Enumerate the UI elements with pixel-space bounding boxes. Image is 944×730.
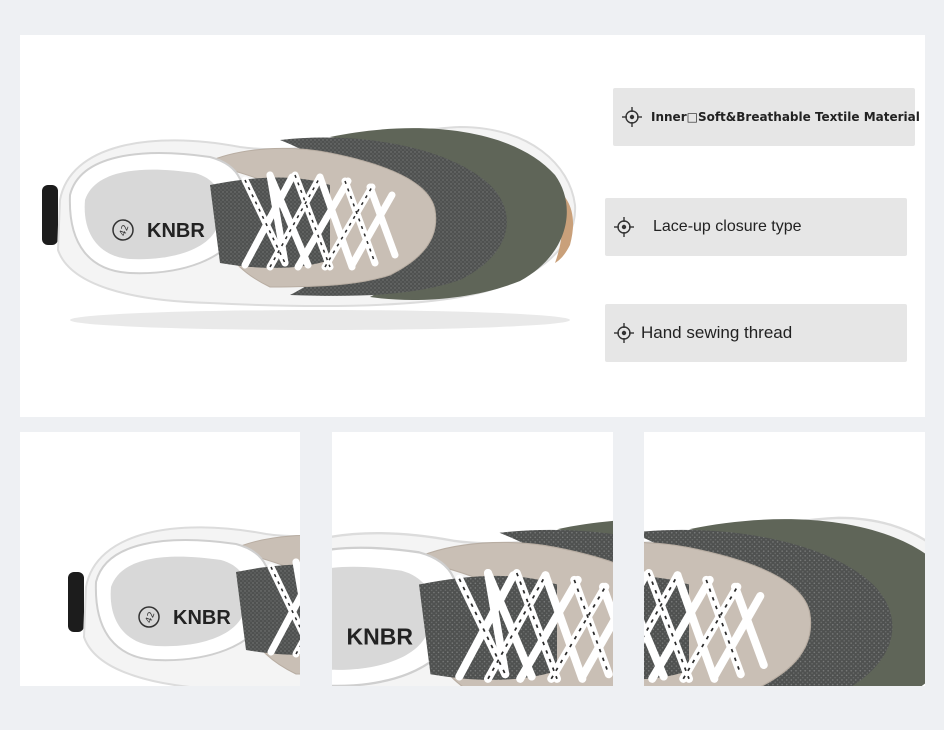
feature-label: Inner□Soft&Breathable Textile Material [651,110,920,124]
shoe-brand-label: KNBR [147,220,205,242]
feature-label: Lace-up closure type [653,218,802,235]
shoe-toe-detail-image [644,432,925,686]
crosshair-icon [614,217,634,237]
feature-label: Hand sewing thread [641,323,793,342]
crosshair-icon [614,323,634,343]
detail-tile-laces: KNBR [332,432,613,686]
detail-tile-toe [644,432,925,686]
feature-callout-textile: Inner□Soft&Breathable Textile Material [613,88,920,146]
feature-callout-lace: Lace-up closure type [605,198,907,256]
crosshair-icon [622,107,642,127]
shoe-brand-label: KNBR [173,607,231,629]
shoe-top-view-image: 42 KNBR [20,35,580,365]
detail-tile-heel: 42 KNBR [20,432,300,686]
shoe-heel-detail-image: 42 KNBR [20,432,300,686]
shoe-lace-detail-image: KNBR [332,432,613,686]
feature-callout-sewing: Hand sewing thread [605,304,907,362]
shoe-brand-label: KNBR [347,623,414,649]
